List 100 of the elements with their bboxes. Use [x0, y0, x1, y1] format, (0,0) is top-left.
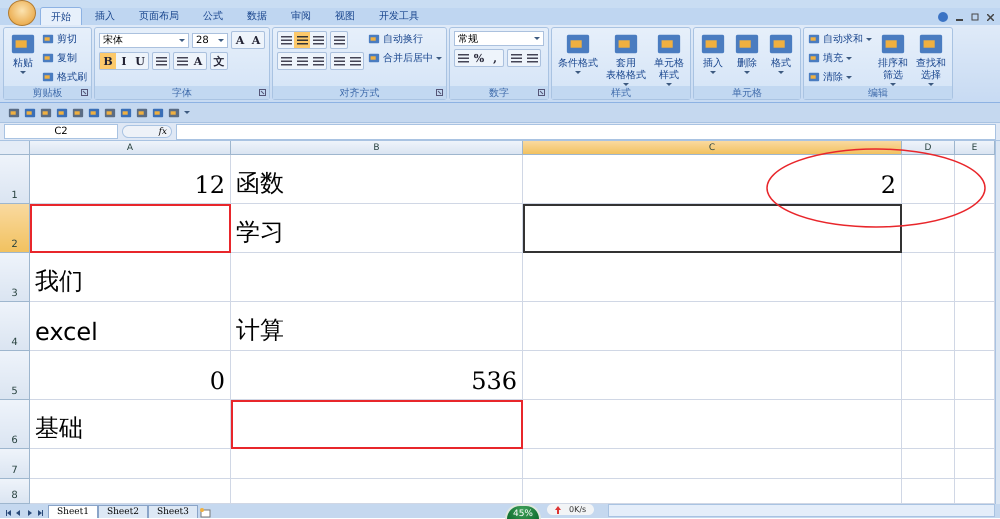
table-cell[interactable]: 计算: [231, 302, 523, 351]
align-icon: [350, 56, 360, 66]
align-icon: [156, 56, 166, 66]
group-label: 样式: [611, 86, 631, 100]
ribbon-button[interactable]: 删除: [732, 31, 762, 74]
column-header[interactable]: E: [955, 141, 995, 155]
ribbon-button[interactable]: 清除: [808, 69, 852, 85]
caret-icon: [778, 71, 784, 74]
table-cell[interactable]: [523, 204, 902, 253]
caret-icon: [866, 38, 872, 40]
ribbon-button[interactable]: 插入: [698, 31, 728, 74]
format-button[interactable]: 文: [211, 53, 227, 69]
column-header[interactable]: A: [30, 141, 231, 155]
caret-icon: [20, 71, 26, 74]
table-cell[interactable]: 学习: [231, 204, 523, 253]
icon-button[interactable]: [294, 32, 310, 48]
row-header[interactable]: 4: [0, 302, 30, 351]
ribbon-tab[interactable]: 公式: [192, 6, 234, 25]
horizontal-scrollbar[interactable]: [608, 504, 995, 517]
tool-icon: [42, 71, 54, 83]
format-button[interactable]: I: [116, 53, 132, 69]
help-icon[interactable]: [938, 12, 948, 22]
ribbon-button[interactable]: 自动换行: [368, 31, 423, 47]
row-header[interactable]: 1: [0, 155, 30, 204]
format-button[interactable]: B: [100, 53, 116, 69]
sheet-tab[interactable]: Sheet3: [148, 505, 198, 518]
ribbon-tab[interactable]: 插入: [84, 6, 126, 25]
align-icon: [296, 36, 308, 44]
table-cell[interactable]: [231, 400, 523, 449]
format-button[interactable]: A: [232, 32, 248, 48]
sheet-tab[interactable]: Sheet2: [98, 505, 148, 518]
ribbon-tab[interactable]: 开始: [40, 7, 82, 25]
vertical-scrollbar[interactable]: [995, 141, 1000, 504]
dropdown-field[interactable]: 常规: [454, 31, 544, 46]
caret-icon: [179, 38, 185, 42]
table-cell[interactable]: 2: [523, 155, 902, 204]
ribbon-tab[interactable]: 页面布局: [128, 6, 190, 25]
row-header[interactable]: 7: [0, 449, 30, 479]
table-cell[interactable]: 基础: [30, 400, 231, 449]
align-icon: [312, 56, 324, 66]
tool-icon: [42, 33, 54, 45]
insert-sheet-icon[interactable]: [198, 507, 212, 518]
launcher-icon[interactable]: [81, 89, 88, 96]
ribbon-button[interactable]: 剪切: [42, 31, 77, 47]
table-cell[interactable]: 12: [30, 155, 231, 204]
column-header[interactable]: D: [902, 141, 955, 155]
group-label: 编辑: [868, 86, 888, 100]
caret-icon[interactable]: [184, 111, 190, 114]
ribbon-tab[interactable]: 开发工具: [368, 6, 430, 25]
ribbon-button[interactable]: 合并后居中: [368, 50, 442, 66]
row-header[interactable]: 6: [0, 400, 30, 449]
ribbon-tab[interactable]: 视图: [324, 6, 366, 25]
restore-icon[interactable]: [971, 13, 979, 21]
ribbon-tab[interactable]: 审阅: [280, 6, 322, 25]
dropdown-field[interactable]: 28: [192, 32, 228, 48]
table-cell[interactable]: 0: [30, 351, 231, 400]
caret-icon: [534, 37, 540, 40]
launcher-icon[interactable]: [259, 89, 266, 96]
align-icon: [334, 56, 344, 66]
caret-icon: [846, 76, 852, 78]
select-all-corner[interactable]: [0, 141, 30, 155]
ribbon-button[interactable]: 条件格式: [556, 31, 600, 74]
name-box[interactable]: C2: [4, 124, 118, 139]
align-icon: [296, 56, 308, 66]
caret-icon: [436, 56, 442, 60]
ribbon-button[interactable]: 填充: [808, 50, 852, 66]
column-header[interactable]: B: [231, 141, 523, 155]
ribbon-tab[interactable]: 数据: [236, 6, 278, 25]
format-button[interactable]: %: [471, 50, 487, 66]
group-label: 数字: [489, 86, 509, 100]
table-cell[interactable]: excel: [30, 302, 231, 351]
close-icon[interactable]: [987, 14, 994, 20]
row-header[interactable]: 3: [0, 253, 30, 302]
insert-function-button[interactable]: fx: [122, 125, 172, 138]
ribbon-button[interactable]: 自动求和: [808, 31, 872, 47]
row-header[interactable]: 5: [0, 351, 30, 400]
table-cell[interactable]: [30, 204, 231, 253]
formula-input[interactable]: [176, 124, 996, 140]
launcher-icon[interactable]: [538, 89, 545, 96]
ribbon-button[interactable]: 粘贴: [8, 31, 38, 74]
tool-icon: [42, 52, 54, 64]
table-cell[interactable]: 函数: [231, 155, 523, 204]
group-label: 单元格: [732, 86, 762, 100]
dropdown-field[interactable]: 宋体: [99, 32, 189, 48]
ribbon-button[interactable]: 格式刷: [42, 69, 87, 85]
ribbon-button[interactable]: 复制: [42, 50, 77, 66]
table-cell[interactable]: 536: [231, 351, 523, 400]
format-button[interactable]: U: [132, 53, 148, 69]
column-header[interactable]: C: [523, 141, 902, 155]
ribbon-button[interactable]: 格式: [766, 31, 796, 74]
format-button[interactable]: A: [248, 32, 264, 48]
sheet-tab[interactable]: Sheet1: [48, 505, 98, 518]
format-button[interactable]: ,: [487, 50, 503, 66]
table-cell[interactable]: 我们: [30, 253, 231, 302]
caret-icon: [846, 56, 852, 60]
tool-icon: [808, 52, 820, 64]
row-header[interactable]: 8: [0, 479, 30, 504]
group-label: 对齐方式: [340, 86, 380, 100]
row-header[interactable]: 2: [0, 204, 30, 253]
launcher-icon[interactable]: [436, 89, 443, 96]
